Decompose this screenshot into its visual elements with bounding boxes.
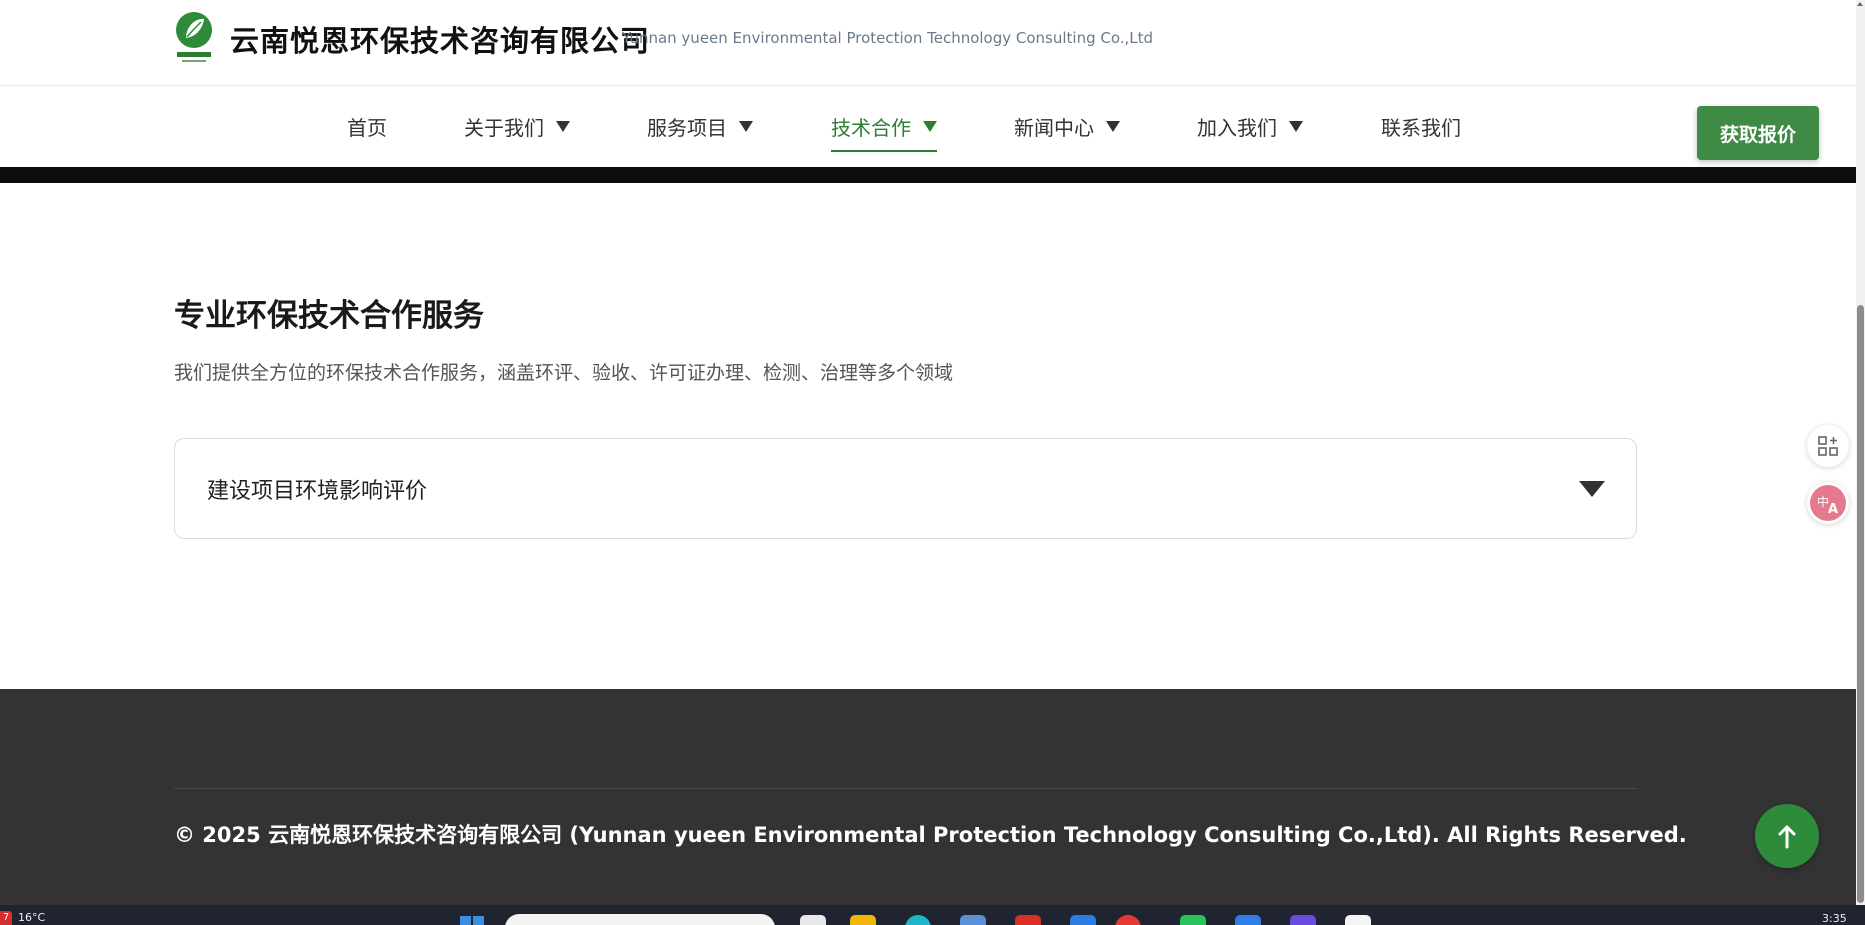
nav-item-label: 联系我们 — [1381, 116, 1461, 140]
weather-badge: 7 — [0, 911, 12, 925]
app-icon-blue-2[interactable] — [1235, 915, 1261, 925]
page: 云南悦恩环保技术咨询有限公司 Yunnan yueen Environmenta… — [0, 0, 1865, 925]
app-icon-blue[interactable] — [1070, 915, 1096, 925]
company-name: 云南悦恩环保技术咨询有限公司 — [230, 24, 651, 58]
windows-start-icon[interactable] — [459, 915, 485, 925]
apps-grid-icon[interactable] — [1807, 425, 1849, 467]
app-icon-white[interactable] — [1345, 915, 1371, 925]
weather-temperature[interactable]: 16°C — [18, 911, 45, 924]
taskbar-clock[interactable]: 3:35 — [1822, 912, 1847, 925]
app-icon-purple[interactable] — [1290, 915, 1316, 925]
nav-item-join-us[interactable]: 加入我们 — [1197, 86, 1303, 167]
svg-text:A: A — [1828, 502, 1838, 517]
nav-item-label: 技术合作 — [831, 116, 911, 140]
file-explorer-icon[interactable] — [850, 915, 876, 925]
nav-item-label: 新闻中心 — [1014, 116, 1094, 140]
caret-down-icon — [1289, 121, 1303, 132]
section-description: 我们提供全方位的环保技术合作服务，涵盖环评、验收、许可证办理、检测、治理等多个领… — [174, 362, 954, 384]
footer-divider — [174, 788, 1637, 789]
chevron-down-icon[interactable] — [1579, 481, 1605, 497]
nav-item-label: 关于我们 — [464, 116, 544, 140]
caret-down-icon — [923, 121, 937, 132]
accordion-title: 建设项目环境影响评价 — [207, 479, 428, 504]
wechat-icon[interactable] — [1180, 915, 1206, 925]
scrollbar-thumb[interactable] — [1857, 305, 1864, 903]
nav-item-about[interactable]: 关于我们 — [464, 86, 570, 167]
nav-item-contact[interactable]: 联系我们 — [1381, 86, 1461, 167]
nav-item-tech-cooperation[interactable]: 技术合作 — [831, 86, 937, 167]
store-icon[interactable] — [960, 915, 986, 925]
nav-item-label: 首页 — [347, 116, 387, 140]
company-name-en: Yunnan yueen Environmental Protection Te… — [622, 29, 1154, 47]
app-icon-red[interactable] — [1015, 915, 1041, 925]
nav-item-news[interactable]: 新闻中心 — [1014, 86, 1120, 167]
main-nav: 首页 关于我们 服务项目 技术合作 新闻中心 加入我们 联系我们 — [0, 86, 1856, 167]
nav-item-label: 服务项目 — [647, 116, 727, 140]
brand-row: 云南悦恩环保技术咨询有限公司 Yunnan yueen Environmenta… — [0, 0, 1856, 86]
taskbar-search-input[interactable] — [505, 914, 775, 925]
arrow-up-icon — [1778, 825, 1796, 849]
site-header: 云南悦恩环保技术咨询有限公司 Yunnan yueen Environmenta… — [0, 0, 1856, 167]
section-title: 专业环保技术合作服务 — [174, 298, 484, 334]
get-quote-button[interactable]: 获取报价 — [1697, 106, 1819, 160]
nav-item-label: 加入我们 — [1197, 116, 1277, 140]
hero-banner-edge — [0, 167, 1856, 183]
task-view-icon[interactable] — [800, 915, 826, 925]
nav-item-services[interactable]: 服务项目 — [647, 86, 753, 167]
caret-down-icon — [739, 121, 753, 132]
caret-down-icon — [1106, 121, 1120, 132]
nav-item-home[interactable]: 首页 — [347, 86, 387, 167]
copyright-text: © 2025 云南悦恩环保技术咨询有限公司 (Yunnan yueen Envi… — [174, 823, 1687, 847]
back-to-top-button[interactable] — [1755, 804, 1819, 868]
os-taskbar: 7 16°C 3:35 — [0, 905, 1865, 925]
edge-browser-icon[interactable] — [905, 915, 931, 925]
page-scrollbar[interactable] — [1856, 0, 1865, 905]
site-footer: © 2025 云南悦恩环保技术咨询有限公司 (Yunnan yueen Envi… — [0, 689, 1856, 905]
translate-icon[interactable]: 中 A — [1807, 482, 1849, 524]
leaf-logo-icon[interactable] — [174, 10, 214, 66]
caret-down-icon — [556, 121, 570, 132]
chrome-icon[interactable] — [1115, 915, 1141, 925]
accordion-item-eia[interactable]: 建设项目环境影响评价 — [174, 438, 1637, 539]
scroll-up-icon[interactable] — [1857, 2, 1863, 6]
